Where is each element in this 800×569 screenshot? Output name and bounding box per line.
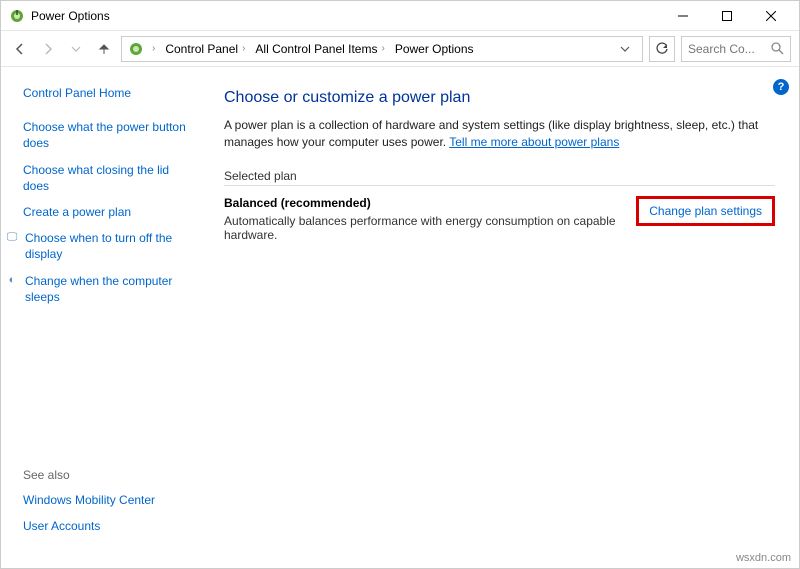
- chevron-right-icon: ›: [242, 43, 245, 54]
- window-controls: [661, 2, 793, 30]
- content: Control Panel Home Choose what the power…: [1, 67, 799, 568]
- see-also-mobility-center[interactable]: Windows Mobility Center: [23, 492, 196, 508]
- power-options-icon: [9, 8, 25, 24]
- plan-description: Automatically balances performance with …: [224, 214, 626, 242]
- breadcrumb-item[interactable]: All Control Panel Items ›: [251, 40, 388, 58]
- sidebar-link-power-button[interactable]: Choose what the power button does: [23, 119, 196, 151]
- link-label: Change when the computer sleeps: [25, 273, 196, 305]
- control-panel-home-link[interactable]: Control Panel Home: [23, 85, 196, 101]
- sleep-icon: ◐: [5, 273, 19, 288]
- sidebar-link-create-plan[interactable]: Create a power plan: [23, 204, 196, 220]
- up-button[interactable]: [93, 38, 115, 60]
- sidebar-link-sleep[interactable]: ◐ Change when the computer sleeps: [23, 273, 196, 305]
- maximize-button[interactable]: [705, 2, 749, 30]
- plan-name: Balanced (recommended): [224, 196, 626, 210]
- see-also-label: See also: [23, 468, 196, 482]
- change-plan-settings-link[interactable]: Change plan settings: [636, 196, 775, 226]
- refresh-button[interactable]: [649, 36, 675, 62]
- link-label: Choose what the power button does: [23, 119, 196, 151]
- power-options-icon: [128, 41, 144, 57]
- power-plans-help-link[interactable]: Tell me more about power plans: [449, 135, 619, 149]
- see-also-section: See also Windows Mobility Center User Ac…: [23, 468, 196, 544]
- titlebar: Power Options: [1, 1, 799, 31]
- minimize-button[interactable]: [661, 2, 705, 30]
- main-panel: Choose or customize a power plan A power…: [206, 67, 799, 568]
- search-input[interactable]: [688, 42, 771, 56]
- breadcrumb-sep[interactable]: ›: [148, 41, 159, 56]
- back-button[interactable]: [9, 38, 31, 60]
- link-label: Control Panel Home: [23, 85, 196, 101]
- breadcrumb-label: Power Options: [395, 42, 474, 56]
- search-box[interactable]: [681, 36, 791, 62]
- watermark: wsxdn.com: [736, 552, 791, 564]
- breadcrumb-item[interactable]: Power Options: [391, 40, 478, 58]
- page-heading: Choose or customize a power plan: [224, 89, 775, 107]
- page-description: A power plan is a collection of hardware…: [224, 117, 775, 151]
- selected-plan-label: Selected plan: [224, 169, 775, 186]
- search-icon: [771, 42, 784, 55]
- sidebar: Control Panel Home Choose what the power…: [1, 67, 206, 568]
- link-label: Choose what closing the lid does: [23, 162, 196, 194]
- recent-dropdown[interactable]: [65, 38, 87, 60]
- close-button[interactable]: [749, 2, 793, 30]
- link-label: Choose when to turn off the display: [25, 230, 196, 262]
- link-label: User Accounts: [23, 518, 196, 534]
- plan-info: Balanced (recommended) Automatically bal…: [224, 196, 626, 242]
- plan-row: Balanced (recommended) Automatically bal…: [224, 196, 775, 242]
- see-also-user-accounts[interactable]: User Accounts: [23, 518, 196, 534]
- forward-button[interactable]: [37, 38, 59, 60]
- sidebar-link-closing-lid[interactable]: Choose what closing the lid does: [23, 162, 196, 194]
- address-bar[interactable]: › Control Panel › All Control Panel Item…: [121, 36, 643, 62]
- address-dropdown[interactable]: [620, 44, 638, 54]
- navbar: › Control Panel › All Control Panel Item…: [1, 31, 799, 67]
- help-icon[interactable]: ?: [773, 79, 789, 95]
- breadcrumb-label: Control Panel: [165, 42, 238, 56]
- link-label: Windows Mobility Center: [23, 492, 196, 508]
- link-label: Create a power plan: [23, 204, 196, 220]
- breadcrumb-label: All Control Panel Items: [255, 42, 377, 56]
- sidebar-link-turn-off-display[interactable]: 🖵 Choose when to turn off the display: [23, 230, 196, 262]
- display-icon: 🖵: [5, 230, 19, 245]
- window-title: Power Options: [31, 9, 110, 23]
- chevron-right-icon: ›: [381, 43, 384, 54]
- breadcrumb-item[interactable]: Control Panel ›: [161, 40, 249, 58]
